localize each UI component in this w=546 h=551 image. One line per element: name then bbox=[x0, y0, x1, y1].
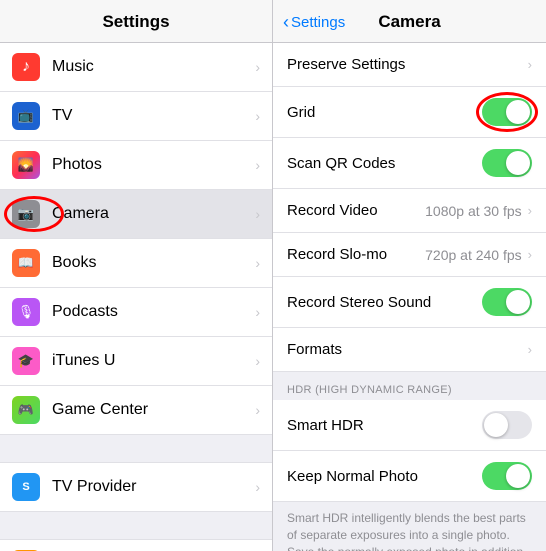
back-button[interactable]: ‹ Settings bbox=[283, 12, 345, 33]
record-slomo-item[interactable]: Record Slo-mo 720p at 240 fps › bbox=[273, 233, 546, 277]
tvprovider-icon: S bbox=[12, 473, 40, 501]
camera-chevron: › bbox=[255, 206, 260, 222]
scan-qr-label: Scan QR Codes bbox=[287, 155, 482, 172]
formats-chevron: › bbox=[528, 342, 532, 357]
tvprovider-label: TV Provider bbox=[52, 478, 255, 496]
record-video-chevron: › bbox=[528, 203, 532, 218]
tv-chevron: › bbox=[255, 108, 260, 124]
scan-qr-toggle-knob bbox=[506, 151, 530, 175]
main-settings-section: ♪ Music › 📺 TV › 🌄 Photos › 📷 Camera › bbox=[0, 43, 272, 435]
sidebar-item-gamecenter[interactable]: 🎮 Game Center › bbox=[0, 386, 272, 435]
grid-toggle-knob bbox=[506, 100, 530, 124]
formats-label: Formats bbox=[287, 341, 528, 358]
keep-normal-toggle[interactable] bbox=[482, 462, 532, 490]
camera-label: Camera bbox=[52, 205, 255, 223]
itunes-label: iTunes U bbox=[52, 352, 255, 370]
left-panel: Settings ♪ Music › 📺 TV › 🌄 Photos › 📷 C… bbox=[0, 0, 273, 551]
photos-chevron: › bbox=[255, 157, 260, 173]
smart-hdr-item[interactable]: Smart HDR bbox=[273, 400, 546, 451]
books-icon: 📖 bbox=[12, 249, 40, 277]
settings-list: ♪ Music › 📺 TV › 🌄 Photos › 📷 Camera › bbox=[0, 43, 272, 551]
left-panel-header: Settings bbox=[0, 0, 272, 43]
music-icon: ♪ bbox=[12, 53, 40, 81]
grid-label: Grid bbox=[287, 104, 482, 121]
keep-normal-item[interactable]: Keep Normal Photo bbox=[273, 451, 546, 502]
record-stereo-toggle[interactable] bbox=[482, 288, 532, 316]
tv-provider-section: S TV Provider › bbox=[0, 463, 272, 512]
record-slomo-value: 720p at 240 fps bbox=[425, 247, 522, 263]
grid-toggle[interactable] bbox=[482, 98, 532, 126]
preserve-settings-label: Preserve Settings bbox=[287, 56, 528, 73]
books-chevron: › bbox=[255, 255, 260, 271]
books-label: Books bbox=[52, 254, 255, 272]
itunes-icon: 🎓 bbox=[12, 347, 40, 375]
preserve-settings-item[interactable]: Preserve Settings › bbox=[273, 43, 546, 87]
podcasts-icon: 🎙 bbox=[12, 298, 40, 326]
keep-normal-toggle-knob bbox=[506, 464, 530, 488]
record-stereo-item[interactable]: Record Stereo Sound bbox=[273, 277, 546, 328]
back-label[interactable]: Settings bbox=[291, 14, 345, 31]
scan-qr-toggle[interactable] bbox=[482, 149, 532, 177]
sidebar-item-podcasts[interactable]: 🎙 Podcasts › bbox=[0, 288, 272, 337]
hdr-description: Smart HDR intelligently blends the best … bbox=[273, 502, 546, 551]
gamecenter-label: Game Center bbox=[52, 401, 255, 419]
smart-hdr-toggle-knob bbox=[484, 413, 508, 437]
gamecenter-icon: 🎮 bbox=[12, 396, 40, 424]
grid-toggle-wrap bbox=[482, 98, 532, 126]
sidebar-item-tv[interactable]: 📺 TV › bbox=[0, 92, 272, 141]
tv-label: TV bbox=[52, 107, 255, 125]
camera-settings-section: Preserve Settings › Grid Scan QR Codes bbox=[273, 43, 546, 372]
sidebar-item-tvprovider[interactable]: S TV Provider › bbox=[0, 463, 272, 512]
photos-label: Photos bbox=[52, 156, 255, 174]
podcasts-label: Podcasts bbox=[52, 303, 255, 321]
music-label: Music bbox=[52, 58, 255, 76]
hdr-section: Smart HDR Keep Normal Photo bbox=[273, 400, 546, 502]
sidebar-item-camera[interactable]: 📷 Camera › bbox=[0, 190, 272, 239]
right-header: ‹ Settings Camera bbox=[273, 0, 546, 43]
section-gap-1 bbox=[0, 435, 272, 463]
tv-icon: 📺 bbox=[12, 102, 40, 130]
hdr-section-divider: HDR (HIGH DYNAMIC RANGE) bbox=[273, 372, 546, 400]
gamecenter-chevron: › bbox=[255, 402, 260, 418]
keep-normal-label: Keep Normal Photo bbox=[287, 468, 482, 485]
smart-hdr-toggle[interactable] bbox=[482, 411, 532, 439]
sidebar-item-itunes[interactable]: 🎓 iTunes U › bbox=[0, 337, 272, 386]
photos-icon: 🌄 bbox=[12, 151, 40, 179]
section-gap-2 bbox=[0, 512, 272, 540]
record-stereo-toggle-knob bbox=[506, 290, 530, 314]
sidebar-item-books[interactable]: 📖 Books › bbox=[0, 239, 272, 288]
record-video-item[interactable]: Record Video 1080p at 30 fps › bbox=[273, 189, 546, 233]
formats-item[interactable]: Formats › bbox=[273, 328, 546, 372]
right-panel: ‹ Settings Camera Preserve Settings › Gr… bbox=[273, 0, 546, 551]
podcasts-chevron: › bbox=[255, 304, 260, 320]
back-chevron-icon: ‹ bbox=[283, 12, 289, 33]
itunes-chevron: › bbox=[255, 353, 260, 369]
preserve-settings-chevron: › bbox=[528, 57, 532, 72]
record-slomo-label: Record Slo-mo bbox=[287, 246, 425, 263]
music-chevron: › bbox=[255, 59, 260, 75]
camera-icon: 📷 bbox=[12, 200, 40, 228]
smart-hdr-label: Smart HDR bbox=[287, 417, 482, 434]
tvprovider-chevron: › bbox=[255, 479, 260, 495]
record-slomo-chevron: › bbox=[528, 247, 532, 262]
hdr-section-label: HDR (HIGH DYNAMIC RANGE) bbox=[287, 376, 452, 396]
sidebar-item-afterlight[interactable]: ◑ Afterlight › bbox=[0, 540, 272, 551]
record-video-value: 1080p at 30 fps bbox=[425, 203, 522, 219]
grid-item[interactable]: Grid bbox=[273, 87, 546, 138]
record-stereo-label: Record Stereo Sound bbox=[287, 294, 482, 311]
apps-section: ◑ Afterlight › A AirBrush › amzn Amazon … bbox=[0, 540, 272, 551]
right-header-title: Camera bbox=[378, 12, 440, 32]
scan-qr-item[interactable]: Scan QR Codes bbox=[273, 138, 546, 189]
sidebar-item-music[interactable]: ♪ Music › bbox=[0, 43, 272, 92]
sidebar-item-photos[interactable]: 🌄 Photos › bbox=[0, 141, 272, 190]
record-video-label: Record Video bbox=[287, 202, 425, 219]
